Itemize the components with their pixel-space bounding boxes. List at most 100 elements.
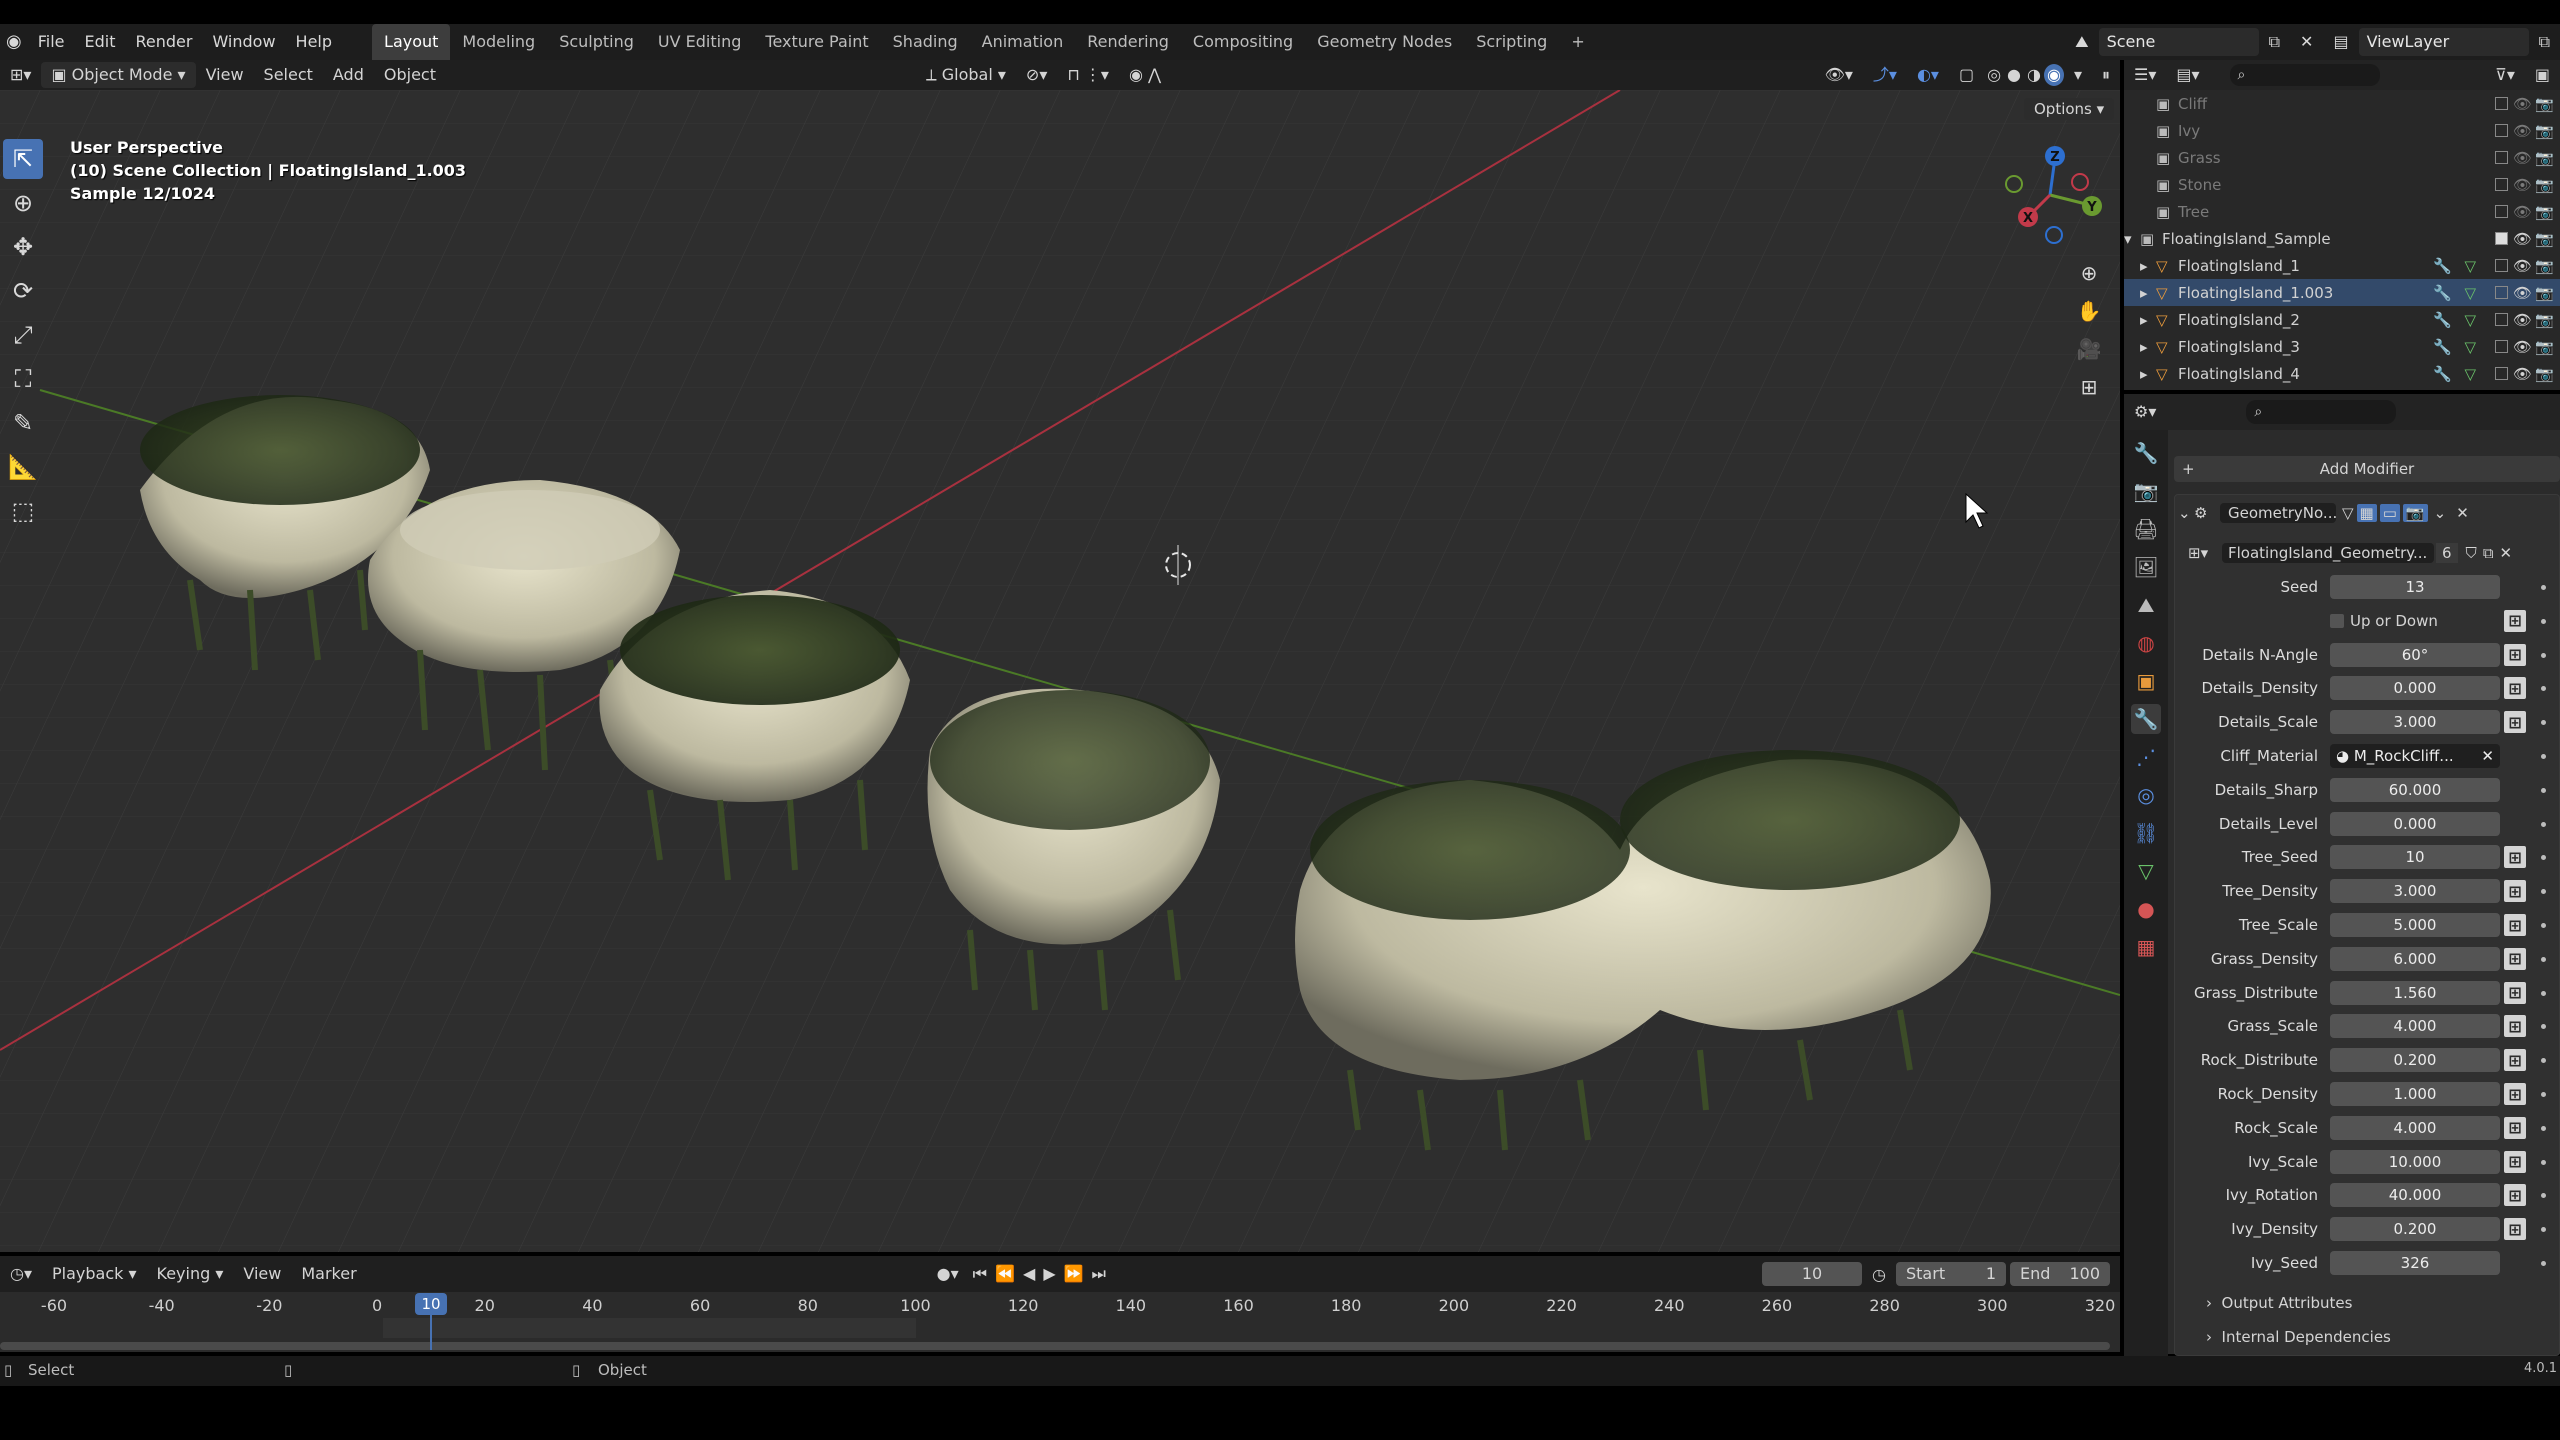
node-group-field[interactable]: FloatingIsland_Geometry... (2222, 543, 2434, 563)
world-tab-icon[interactable]: ◍ (2131, 628, 2161, 658)
tab-compositing[interactable]: Compositing (1181, 24, 1305, 60)
visibility-eye-icon[interactable]: 👁 (2513, 338, 2532, 356)
outliner-row[interactable]: ▣ Tree 👁 📷 (2124, 198, 2560, 225)
filter-icon[interactable]: ⊽▾ (2485, 60, 2525, 90)
render-camera-icon[interactable]: 📷 (2535, 257, 2554, 275)
scene-icon[interactable]: ⛰ (2065, 24, 2098, 60)
tab-geometry-nodes[interactable]: Geometry Nodes (1305, 24, 1464, 60)
expand-arrow-icon[interactable]: ▸ (2140, 284, 2156, 302)
up-or-down-checkbox[interactable] (2330, 613, 2344, 628)
outliner-row[interactable]: ▸ ▽ FloatingIsland_1 🔧 ▽ 👁 📷 (2124, 252, 2560, 279)
texture-tab-icon[interactable]: ▦ (2131, 932, 2161, 962)
3d-viewport[interactable]: User Perspective (10) Scene Collection |… (0, 90, 2120, 1252)
render-camera-icon[interactable]: 📷 (2535, 95, 2554, 113)
attribute-toggle-button[interactable]: ⊞ (2504, 981, 2526, 1004)
view-menu[interactable]: View (196, 60, 254, 90)
menu-edit[interactable]: Edit (75, 24, 126, 60)
mesh-data-icon[interactable]: ▽ (2464, 284, 2476, 302)
param-value-field[interactable]: 40.000 (2330, 1183, 2500, 1208)
exclude-checkbox-icon[interactable] (2495, 124, 2508, 137)
tab-sculpting[interactable]: Sculpting (547, 24, 646, 60)
blender-logo-icon[interactable]: ◉ (0, 24, 28, 60)
outliner-row[interactable]: ▣ Ivy 👁 📷 (2124, 117, 2560, 144)
param-value-field[interactable]: 6.000 (2330, 946, 2500, 971)
keyframe-dot-icon[interactable] (2541, 585, 2546, 590)
jump-end-icon[interactable]: ⏭ (1088, 1259, 1110, 1289)
render-camera-icon[interactable]: 📷 (2535, 338, 2554, 356)
expand-arrow-icon[interactable]: ▸ (2140, 365, 2156, 383)
navigation-gizmo[interactable]: Z Y X (1990, 140, 2110, 250)
render-camera-icon[interactable]: 📷 (2535, 203, 2554, 221)
material-tab-icon[interactable]: ● (2131, 894, 2161, 924)
pause-render-icon[interactable]: ⏸ (2092, 60, 2120, 90)
param-value-field[interactable]: 4.000 (2330, 1115, 2500, 1140)
output-tab-icon[interactable]: 🖨 (2131, 514, 2161, 544)
attribute-toggle-button[interactable]: ⊞ (2504, 643, 2526, 666)
keyframe-dot-icon[interactable] (2541, 855, 2546, 861)
clear-material-icon[interactable]: ✕ (2481, 744, 2494, 768)
annotate-tool-icon[interactable]: ✎ (3, 403, 43, 443)
gizmo-neg-x-icon[interactable] (2005, 175, 2023, 193)
jump-start-icon[interactable]: ⏮ (969, 1259, 991, 1289)
timeline-scrollbar[interactable] (0, 1342, 2110, 1350)
outliner-search-input[interactable]: ⌕ (2229, 64, 2380, 86)
modifier-name-field[interactable]: GeometryNo... (2220, 503, 2336, 523)
internal-dependencies-panel[interactable]: › Internal Dependencies (2206, 1328, 2391, 1346)
exclude-checkbox-icon[interactable] (2495, 313, 2508, 326)
ortho-toggle-icon[interactable]: ⊞ (2072, 370, 2106, 404)
modifier-wrench-icon[interactable]: 🔧 (2433, 365, 2452, 383)
particles-tab-icon[interactable]: ⋰ (2131, 742, 2161, 772)
end-frame-field[interactable]: End 100 (2010, 1262, 2110, 1286)
attribute-toggle-button[interactable]: ⊞ (2504, 1015, 2526, 1038)
cliff-material-field[interactable]: ◕ M_RockCliff... ✕ (2330, 744, 2500, 768)
outliner-row[interactable]: ▣ Grass 👁 📷 (2124, 144, 2560, 171)
timeline-view-menu[interactable]: View (233, 1259, 291, 1289)
cursor-tool-icon[interactable]: ⊕ (3, 183, 43, 223)
exclude-checkbox-icon[interactable] (2495, 97, 2508, 110)
modifier-menu-icon[interactable]: ⌄ (2434, 504, 2447, 522)
scene-tab-icon[interactable]: ⛰ (2131, 590, 2161, 620)
properties-editor-type-icon[interactable]: ⚙▾ (2124, 397, 2166, 427)
keyframe-dot-icon[interactable] (2541, 1125, 2546, 1131)
tab-rendering[interactable]: Rendering (1075, 24, 1181, 60)
editor-type-icon[interactable]: ⊞▾ (0, 60, 41, 90)
param-value-field[interactable]: 60° (2330, 642, 2500, 667)
move-tool-icon[interactable]: ✥ (3, 227, 43, 267)
play-reverse-icon[interactable]: ◀ (1019, 1259, 1039, 1289)
param-value-field[interactable]: 5.000 (2330, 913, 2500, 937)
render-tab-icon[interactable]: 📷 (2131, 476, 2161, 506)
menu-window[interactable]: Window (202, 24, 285, 60)
node-group-users[interactable]: 6 (2436, 543, 2458, 563)
param-value-field[interactable]: 1.000 (2330, 1082, 2500, 1106)
camera-view-icon[interactable]: 🎥 (2072, 332, 2106, 366)
xray-toggle-icon[interactable]: ▢ (1949, 60, 1984, 90)
modifier-wrench-icon[interactable]: 🔧 (2433, 311, 2452, 329)
param-value-field[interactable]: 326 (2330, 1251, 2500, 1275)
visibility-eye-icon[interactable]: 👁 (2513, 176, 2532, 194)
tool-tab-icon[interactable]: 🔧 (2131, 438, 2161, 468)
jump-next-keyframe-icon[interactable]: ⏩ (1060, 1259, 1088, 1289)
param-value-field[interactable]: 0.000 (2330, 676, 2500, 701)
keyframe-dot-icon[interactable] (2541, 923, 2546, 928)
keyframe-dot-icon[interactable] (2541, 686, 2546, 692)
tab-animation[interactable]: Animation (970, 24, 1076, 60)
add-menu[interactable]: Add (323, 60, 374, 90)
outliner-row[interactable]: ▸ ▽ FloatingIsland_3 🔧 ▽ 👁 📷 (2124, 333, 2560, 360)
outliner-row[interactable]: ▣ Cliff 👁 📷 (2124, 90, 2560, 117)
modifier-tab-icon[interactable]: 🔧 (2131, 704, 2161, 734)
shading-rendered-icon[interactable]: ◉ (2043, 64, 2064, 86)
attribute-toggle-button[interactable]: ⊞ (2504, 846, 2526, 869)
jump-prev-keyframe-icon[interactable]: ⏪ (991, 1259, 1019, 1289)
cage-toggle-icon[interactable]: ▦ (2356, 504, 2377, 522)
param-value-field[interactable]: 10.000 (2330, 1149, 2500, 1174)
render-camera-icon[interactable]: 📷 (2535, 176, 2554, 194)
current-frame-field[interactable]: 10 (1762, 1262, 1863, 1286)
add-modifier-button[interactable]: + Add Modifier (2174, 456, 2560, 482)
visibility-eye-icon[interactable]: 👁 (2513, 365, 2532, 383)
constraints-tab-icon[interactable]: ⛓ (2131, 818, 2161, 848)
keyframe-dot-icon[interactable] (2541, 787, 2546, 793)
render-camera-icon[interactable]: 📷 (2535, 311, 2554, 329)
fake-user-icon[interactable]: ⛉ (2466, 544, 2477, 562)
outliner-row[interactable]: ▾ ▣ FloatingIsland_Sample 👁 📷 (2124, 225, 2560, 252)
param-value-field[interactable]: 4.000 (2330, 1014, 2500, 1039)
